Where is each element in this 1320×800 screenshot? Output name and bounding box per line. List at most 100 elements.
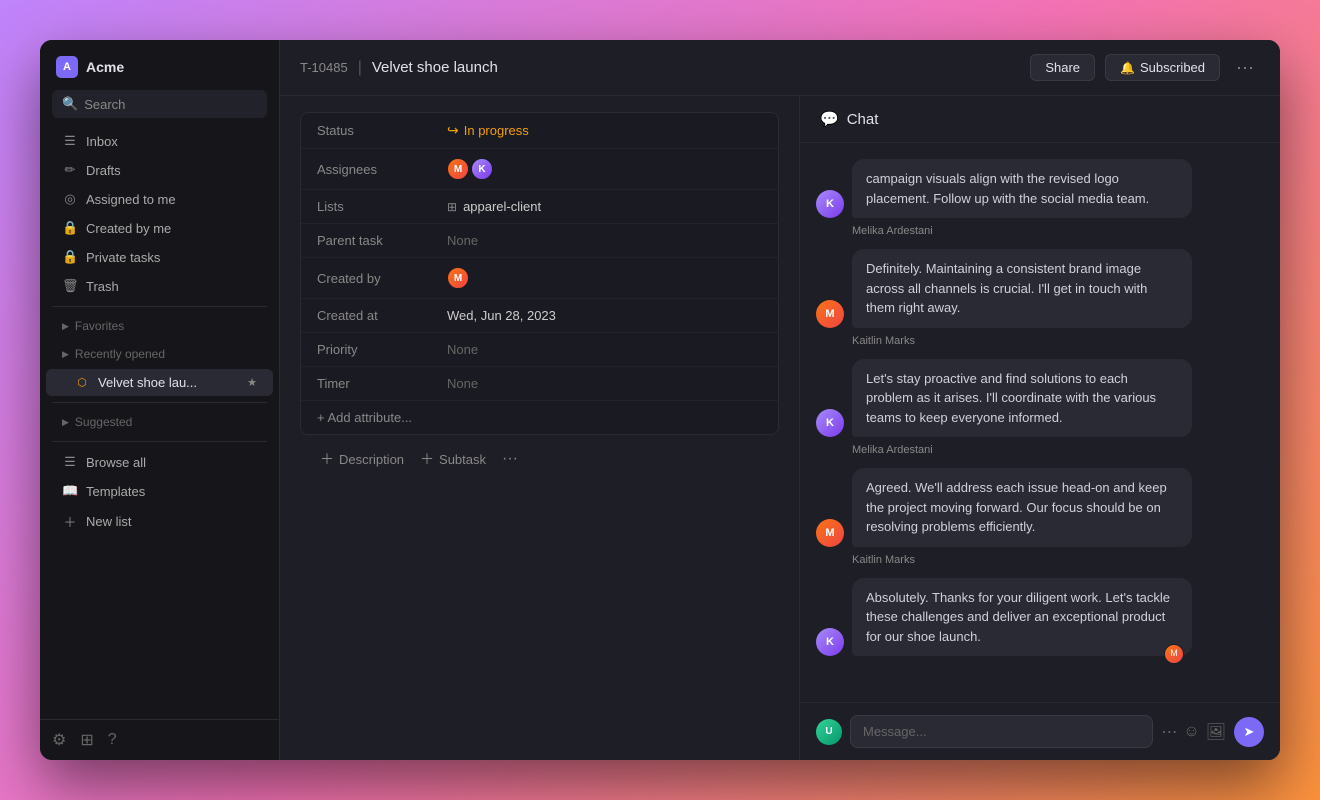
emoji-icon[interactable]: ☺ <box>1183 723 1199 741</box>
description-label: Description <box>339 452 404 467</box>
subscribed-button[interactable]: 🔔 Subscribed <box>1105 54 1220 81</box>
sidebar-footer: ⚙ ⊞ ? <box>40 719 279 760</box>
chat-messages: K campaign visuals align with the revise… <box>800 143 1280 702</box>
message-avatar: M <box>816 519 844 547</box>
settings-icon[interactable]: ⚙ <box>52 730 66 750</box>
more-actions-button[interactable]: ··· <box>502 450 518 468</box>
message-group: K Absolutely. Thanks for your diligent w… <box>816 578 1264 657</box>
workspace-name: Acme <box>86 59 124 75</box>
add-attribute-btn[interactable]: + Add attribute... <box>301 401 778 434</box>
sidebar-item-created[interactable]: 🔒 Created by me <box>46 214 273 242</box>
created-at-value: Wed, Jun 28, 2023 <box>447 308 556 323</box>
divider2 <box>52 402 267 403</box>
created-icon: 🔒 <box>62 220 78 236</box>
inbox-icon: ☰ <box>62 133 78 149</box>
sidebar-item-label: Assigned to me <box>86 192 176 207</box>
sidebar-item-label: Inbox <box>86 134 118 149</box>
reaction-avatar: M <box>1164 644 1184 664</box>
assignee-avatar-2: K <box>471 158 493 180</box>
message-text: Definitely. Maintaining a consistent bra… <box>866 261 1147 315</box>
task-panel: Status ↪ In progress Assignees M K <box>280 96 800 760</box>
sidebar-item-inbox[interactable]: ☰ Inbox <box>46 127 273 155</box>
attr-label-timer: Timer <box>317 376 447 391</box>
share-button[interactable]: Share <box>1030 54 1095 81</box>
sidebar-item-new-list[interactable]: ＋ New list <box>46 506 273 537</box>
lists-value[interactable]: ⊞ apparel-client <box>447 199 541 214</box>
message-text: campaign visuals align with the revised … <box>866 171 1149 206</box>
attr-label-created-by: Created by <box>317 271 447 286</box>
app-window: A Acme 🔍 Search ☰ Inbox ✏ Drafts ◎ Assig… <box>40 40 1280 760</box>
attr-label-created-at: Created at <box>317 308 447 323</box>
recently-opened-label: Recently opened <box>75 347 165 361</box>
breadcrumb-sep: | <box>358 59 362 77</box>
message-group: M Agreed. We'll address each issue head-… <box>816 468 1264 566</box>
message-text: Agreed. We'll address each issue head-on… <box>866 480 1167 534</box>
attr-label-priority: Priority <box>317 342 447 357</box>
chat-input-area: U ⋯ ☺ 🖼 ➤ <box>800 702 1280 760</box>
chat-panel: 💬 Chat K campaign visuals align with the… <box>800 96 1280 760</box>
sidebar: A Acme 🔍 Search ☰ Inbox ✏ Drafts ◎ Assig… <box>40 40 280 760</box>
message-bubble: Let's stay proactive and find solutions … <box>852 359 1192 438</box>
chevron-right-icon: ▶ <box>62 417 69 428</box>
subscribed-label: Subscribed <box>1140 60 1205 75</box>
search-label: Search <box>84 97 125 112</box>
sidebar-item-private[interactable]: 🔒 Private tasks <box>46 243 273 271</box>
add-icon[interactable]: ⊞ <box>80 730 93 750</box>
message-bubble: Agreed. We'll address each issue head-on… <box>852 468 1192 547</box>
attr-row-created-at: Created at Wed, Jun 28, 2023 <box>301 299 778 333</box>
message-avatar: K <box>816 190 844 218</box>
add-attribute-label: + Add attribute... <box>317 410 412 425</box>
templates-icon: 📖 <box>62 483 78 499</box>
status-value[interactable]: ↪ In progress <box>447 122 529 139</box>
favorites-label: Favorites <box>75 319 124 333</box>
current-user-avatar: U <box>816 719 842 745</box>
new-list-label: New list <box>86 514 132 529</box>
sidebar-nav: ☰ Inbox ✏ Drafts ◎ Assigned to me 🔒 Crea… <box>40 126 279 719</box>
sidebar-item-drafts[interactable]: ✏ Drafts <box>46 156 273 184</box>
message-bubble: Definitely. Maintaining a consistent bra… <box>852 249 1192 328</box>
attr-label-assignees: Assignees <box>317 162 447 177</box>
message-avatar: M <box>816 300 844 328</box>
send-button[interactable]: ➤ <box>1234 717 1264 747</box>
message-sender: Kaitlin Marks <box>852 554 1264 566</box>
sidebar-header: A Acme <box>40 40 279 86</box>
sidebar-item-assigned[interactable]: ◎ Assigned to me <box>46 185 273 213</box>
sidebar-item-velvet[interactable]: ⬡ Velvet shoe lau... ★ <box>46 369 273 396</box>
attr-label-lists: Lists <box>317 199 447 214</box>
favorites-section[interactable]: ▶ Favorites <box>46 313 273 339</box>
sidebar-item-label: Velvet shoe lau... <box>98 375 239 390</box>
chevron-right-icon: ▶ <box>62 349 69 360</box>
assignees-value[interactable]: M K <box>447 158 489 180</box>
message-text: Let's stay proactive and find solutions … <box>866 371 1156 425</box>
plus-icon: ＋ <box>420 449 434 469</box>
attr-row-lists: Lists ⊞ apparel-client <box>301 190 778 224</box>
message-sender: Melika Ardestani <box>852 444 1264 456</box>
attachment-icon[interactable]: 🖼 <box>1206 722 1226 742</box>
creator-avatar: M <box>447 267 469 289</box>
templates-label: Templates <box>86 484 145 499</box>
message-row: M Agreed. We'll address each issue head-… <box>816 468 1264 547</box>
divider3 <box>52 441 267 442</box>
add-subtask-button[interactable]: ＋ Subtask <box>420 449 486 469</box>
task-attributes: Status ↪ In progress Assignees M K <box>300 112 779 435</box>
drafts-icon: ✏ <box>62 162 78 178</box>
help-icon[interactable]: ? <box>108 731 117 749</box>
add-description-button[interactable]: ＋ Description <box>320 449 404 469</box>
more-options-button[interactable]: ··· <box>1230 55 1260 80</box>
message-bubble: campaign visuals align with the revised … <box>852 159 1192 218</box>
sidebar-item-trash[interactable]: 🗑 Trash <box>46 272 273 300</box>
sidebar-item-browse[interactable]: ☰ Browse all <box>46 448 273 476</box>
recently-opened-section[interactable]: ▶ Recently opened <box>46 341 273 367</box>
message-avatar: K <box>816 409 844 437</box>
chat-header: 💬 Chat <box>800 96 1280 143</box>
sidebar-item-label: Private tasks <box>86 250 160 265</box>
suggested-section[interactable]: ▶ Suggested <box>46 409 273 435</box>
timer-value: None <box>447 376 478 391</box>
sidebar-item-templates[interactable]: 📖 Templates <box>46 477 273 505</box>
more-icon[interactable]: ⋯ <box>1161 722 1177 742</box>
search-bar[interactable]: 🔍 Search <box>52 90 267 118</box>
created-by-value[interactable]: M <box>447 267 465 289</box>
trash-icon: 🗑 <box>62 278 78 294</box>
message-input[interactable] <box>850 715 1153 748</box>
attr-label-parent: Parent task <box>317 233 447 248</box>
